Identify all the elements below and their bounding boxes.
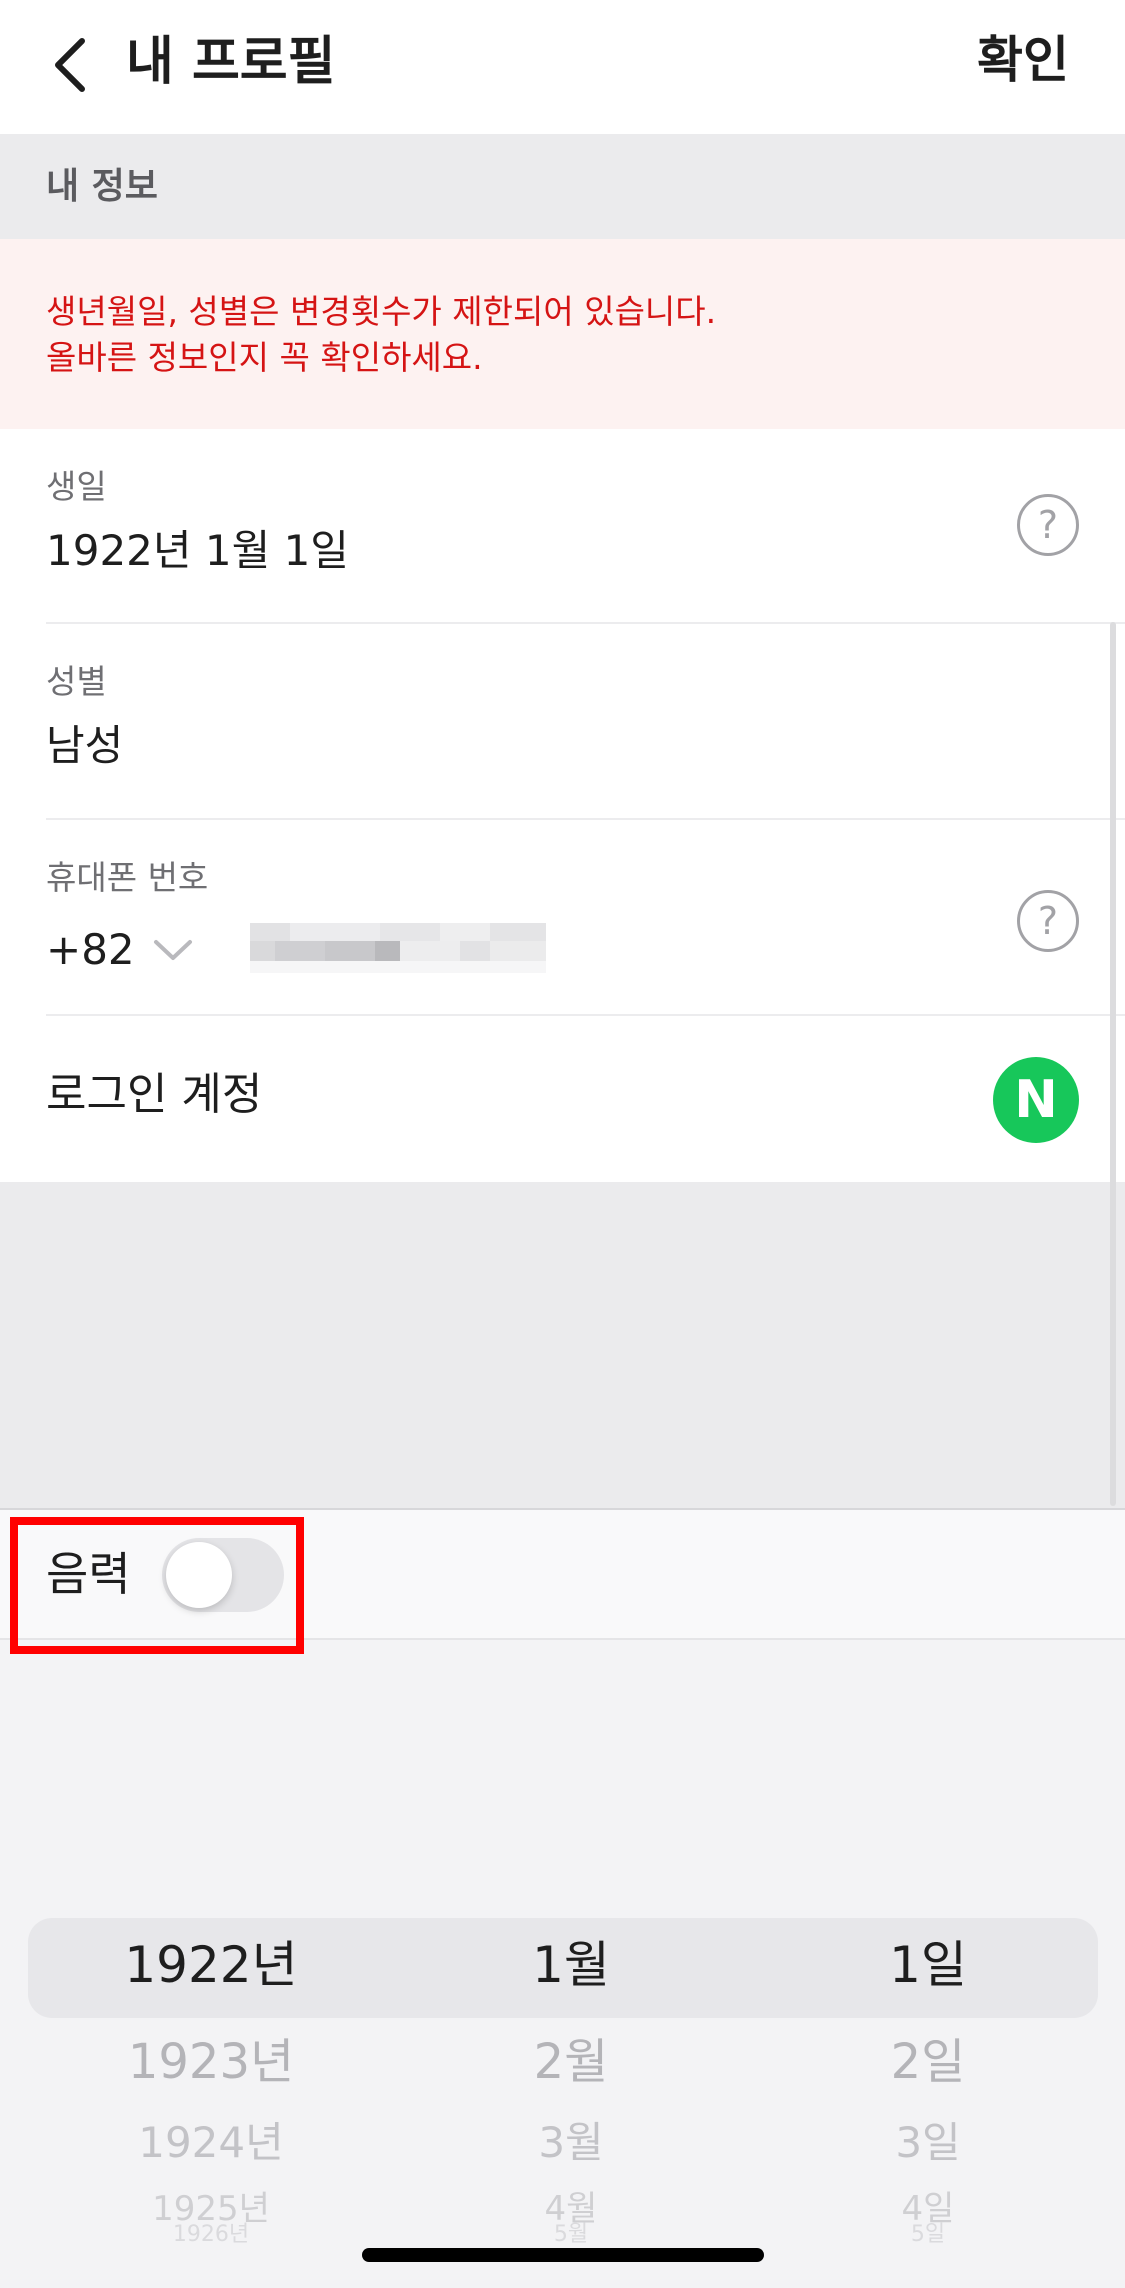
- month-wheel[interactable]: 1월 2월 3월 4월 5월: [393, 1914, 749, 2246]
- phone-number-masked[interactable]: [250, 923, 546, 973]
- picker-option[interactable]: 3월: [393, 2122, 749, 2164]
- picker-option-selected[interactable]: 1일: [750, 1940, 1106, 1990]
- picker-option[interactable]: 3일: [750, 2122, 1106, 2164]
- confirm-button[interactable]: 확인: [977, 24, 1069, 96]
- phone-help-icon[interactable]: ?: [1017, 890, 1079, 952]
- login-account-label: 로그인 계정: [46, 1069, 263, 1120]
- picker-option[interactable]: 4일: [750, 2192, 1106, 2226]
- divider: [46, 818, 1125, 820]
- warning-line-1: 생년월일, 성별은 변경횟수가 제한되어 있습니다.: [46, 292, 717, 331]
- divider: [46, 1014, 1125, 1016]
- picker-option[interactable]: 1924년: [33, 2122, 389, 2164]
- scrollbar[interactable]: [1110, 622, 1116, 1506]
- gender-row[interactable]: 성별 남성: [0, 624, 1125, 818]
- warning-notice: 생년월일, 성별은 변경횟수가 제한되어 있습니다. 올바른 정보인지 꼭 확인…: [0, 239, 1125, 429]
- picker-option[interactable]: 5월: [393, 2224, 749, 2246]
- gender-value: 남성: [46, 721, 124, 770]
- picker-option[interactable]: 1926년: [33, 2224, 389, 2246]
- warning-line-2: 올바른 정보인지 꼭 확인하세요.: [46, 338, 483, 377]
- highlight-box: [10, 1517, 304, 1654]
- profile-info-list: 생일 1922년 1월 1일 ? 성별 남성 휴대폰 번호 +82 ? 로그인 …: [0, 429, 1125, 1182]
- day-wheel[interactable]: 1일 2일 3일 4일 5일: [750, 1914, 1106, 2246]
- page-title: 내 프로필: [126, 32, 336, 92]
- chevron-left-icon: [55, 38, 85, 92]
- navigation-bar: 내 프로필 확인: [0, 0, 1125, 134]
- picker-option[interactable]: 1925년: [33, 2192, 389, 2226]
- date-picker-sheet: 음력 1922년 1923년 1924년 1925년 1926년 1월 2월 3…: [0, 1508, 1125, 2288]
- empty-background: [0, 1182, 1125, 1508]
- picker-option[interactable]: 2월: [393, 2038, 749, 2086]
- birthday-value: 1922년 1월 1일: [46, 526, 349, 575]
- section-header-label: 내 정보: [46, 166, 158, 207]
- home-indicator[interactable]: [362, 2248, 764, 2262]
- birthday-row[interactable]: 생일 1922년 1월 1일 ?: [0, 429, 1125, 623]
- picker-option-selected[interactable]: 1월: [393, 1940, 749, 1990]
- section-header: 내 정보: [0, 134, 1125, 239]
- picker-option[interactable]: 4월: [393, 2192, 749, 2226]
- chevron-down-icon[interactable]: [150, 932, 196, 968]
- picker-option[interactable]: 5일: [750, 2224, 1106, 2246]
- birthday-help-icon[interactable]: ?: [1017, 494, 1079, 556]
- picker-option[interactable]: 1923년: [33, 2038, 389, 2086]
- year-wheel[interactable]: 1922년 1923년 1924년 1925년 1926년: [33, 1914, 389, 2246]
- back-button[interactable]: [40, 30, 100, 100]
- picker-option-selected[interactable]: 1922년: [33, 1940, 389, 1990]
- picker-option[interactable]: 2일: [750, 2038, 1106, 2086]
- birthday-label: 생일: [46, 467, 107, 506]
- gender-label: 성별: [46, 662, 107, 701]
- date-wheel-picker[interactable]: 1922년 1923년 1924년 1925년 1926년 1월 2월 3월 4…: [28, 1914, 1098, 2246]
- country-code-selector[interactable]: +82: [46, 922, 135, 978]
- naver-logo-icon: N: [993, 1057, 1079, 1143]
- phone-label: 휴대폰 번호: [46, 858, 209, 897]
